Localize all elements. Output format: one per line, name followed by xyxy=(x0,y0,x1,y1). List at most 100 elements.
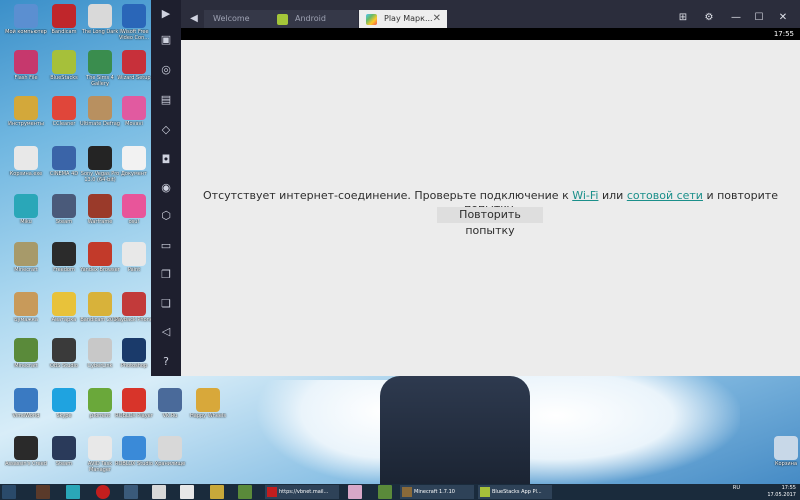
close-tab-icon[interactable]: ✕ xyxy=(433,10,441,28)
taskbar-pinned-app[interactable] xyxy=(36,485,50,499)
desktop-icon-label: Movavi xyxy=(125,121,143,127)
desktop-app-icon xyxy=(14,4,38,28)
sidebar-location-button[interactable]: ◎ xyxy=(156,60,176,80)
sidebar-volume-button[interactable]: ◁ xyxy=(156,322,176,342)
desktop-app-icon xyxy=(122,436,146,460)
network-icon[interactable]: ⊞ xyxy=(673,8,693,28)
wallpaper-wing-right xyxy=(510,370,740,484)
desktop-icon[interactable]: Хранилище xyxy=(148,436,192,480)
desktop-icon-label: Photoshop xyxy=(120,363,148,369)
desktop-icon-label: osu! xyxy=(128,219,140,225)
desktop-icon[interactable]: Wizard Setup xyxy=(112,50,156,94)
wifi-link[interactable]: Wi-Fi xyxy=(572,189,598,202)
android-icon xyxy=(277,14,288,25)
desktop-app-icon xyxy=(52,96,76,120)
message-text-before: Отсутствует интернет-соединение. Проверь… xyxy=(203,189,569,202)
desktop-icon[interactable]: Movavi xyxy=(112,96,156,140)
bluestacks-sidebar: ▶ ▣ ◎ ▤ ◇ ◘ ◉ ⬡ ▭ ❐ ❏ ◁? xyxy=(151,0,181,376)
desktop-app-icon xyxy=(122,146,146,170)
desktop-app-icon xyxy=(14,292,38,316)
desktop-app-icon xyxy=(14,194,38,218)
desktop-app-icon xyxy=(122,292,146,316)
desktop-icon[interactable]: IWisoft Free Video Con... xyxy=(112,4,156,48)
desktop-app-icon xyxy=(14,388,38,412)
desktop-icon[interactable]: Happy Wheels xyxy=(186,388,230,432)
desktop-app-icon xyxy=(52,338,76,362)
taskbar-pinned-app[interactable] xyxy=(96,485,110,499)
desktop-icon-label: Payback Phone xyxy=(115,317,153,323)
taskbar-pinned-app[interactable] xyxy=(152,485,166,499)
taskbar-pinned-app[interactable] xyxy=(66,485,80,499)
clock-time[interactable]: 17:55 xyxy=(782,485,796,491)
desktop-app-icon xyxy=(88,4,112,28)
desktop-app-icon xyxy=(52,4,76,28)
taskbar-app-icon xyxy=(480,487,490,497)
clock-date[interactable]: 17.05.2017 xyxy=(767,492,796,498)
start-button[interactable] xyxy=(2,485,16,499)
desktop-app-icon xyxy=(158,388,182,412)
taskbar-pinned-app[interactable] xyxy=(378,485,392,499)
taskbar-window-button[interactable]: https://vbnet.mail... xyxy=(265,485,339,499)
sidebar-screenshot-button[interactable]: ◘ xyxy=(156,150,176,170)
play-market-icon xyxy=(366,14,377,25)
sidebar-location-pin-button[interactable]: ◉ xyxy=(156,178,176,198)
desktop-app-icon xyxy=(52,388,76,412)
minimize-button[interactable]: — xyxy=(726,8,746,28)
taskbar-window-button[interactable]: Minecraft 1.7.10 xyxy=(400,485,474,499)
play-market-content: Отсутствует интернет-соединение. Проверь… xyxy=(181,40,800,376)
taskbar-pinned-app[interactable] xyxy=(348,485,362,499)
tab-play-label: Play Марк... xyxy=(384,14,433,23)
desktop-icon-label: Документ xyxy=(121,171,147,177)
desktop-app-icon xyxy=(14,50,38,74)
desktop-app-icon xyxy=(14,146,38,170)
sidebar-folder-button[interactable]: ▭ xyxy=(156,236,176,256)
desktop-icon[interactable]: Payback Phone xyxy=(112,292,156,336)
back-arrow-icon[interactable]: ◀ xyxy=(187,10,201,28)
desktop-app-icon xyxy=(52,242,76,266)
desktop-icon-label: IWisoft Free Video Con... xyxy=(118,29,150,41)
retry-button[interactable]: Повторить попытку xyxy=(437,207,543,237)
desktop-app-icon xyxy=(52,436,76,460)
system-tray: RU 17:55 17.05.2017 xyxy=(733,485,796,499)
desktop-app-icon xyxy=(122,96,146,120)
desktop-app-icon xyxy=(158,436,182,460)
desktop-icon[interactable]: Photoshop xyxy=(112,338,156,382)
desktop-app-icon xyxy=(88,146,112,170)
close-button[interactable]: ✕ xyxy=(773,8,793,28)
desktop-app-icon xyxy=(88,338,112,362)
tab-play-market[interactable]: Play Марк... ✕ xyxy=(359,10,447,28)
taskbar-window-button[interactable]: BlueStacks App Pl... xyxy=(478,485,552,499)
sidebar-rotate-button[interactable]: ◇ xyxy=(156,120,176,140)
taskbar-pinned-app[interactable] xyxy=(124,485,138,499)
sidebar-video-button[interactable]: ▶ xyxy=(156,4,176,24)
taskbar-pinned-app[interactable] xyxy=(238,485,252,499)
desktop-icon[interactable]: osu! xyxy=(112,194,156,238)
desktop-app-icon xyxy=(14,242,38,266)
sidebar-paste-button[interactable]: ❏ xyxy=(156,294,176,314)
gear-icon[interactable]: ⚙ xyxy=(699,8,719,28)
desktop-icon-label: Корзина xyxy=(774,461,798,467)
status-time: 17:55 xyxy=(773,30,794,38)
sidebar-camera-button[interactable]: ▣ xyxy=(156,30,176,50)
desktop-app-icon xyxy=(88,96,112,120)
desktop-app-icon xyxy=(14,338,38,362)
desktop-icon[interactable]: Paint xyxy=(112,242,156,286)
taskbar-pinned-app[interactable] xyxy=(180,485,194,499)
sidebar-apk-button[interactable]: ⬡ xyxy=(156,206,176,226)
desktop-icon-label: Paint xyxy=(127,267,141,273)
desktop-app-icon xyxy=(774,436,798,460)
sidebar-layout-button[interactable]: ▤ xyxy=(156,90,176,110)
sidebar-copy-button[interactable]: ❐ xyxy=(156,265,176,285)
cellular-link[interactable]: сотовой сети xyxy=(627,189,703,202)
desktop-icon[interactable]: Документ xyxy=(112,146,156,190)
bluestacks-window: ◀ Welcome Android Play Марк... ✕ ⊞ ⚙ — ☐ … xyxy=(181,0,800,376)
maximize-button[interactable]: ☐ xyxy=(749,8,769,28)
wallpaper-figure xyxy=(380,376,530,484)
taskbar-pinned-app[interactable] xyxy=(210,485,224,499)
tab-android[interactable]: Android xyxy=(270,10,358,28)
language-indicator[interactable]: RU xyxy=(733,485,740,491)
tab-welcome-label: Welcome xyxy=(213,14,250,23)
taskbar-app-icon xyxy=(267,487,277,497)
desktop-icon[interactable]: Корзина xyxy=(764,436,800,480)
sidebar-help-button[interactable]: ? xyxy=(156,352,176,372)
